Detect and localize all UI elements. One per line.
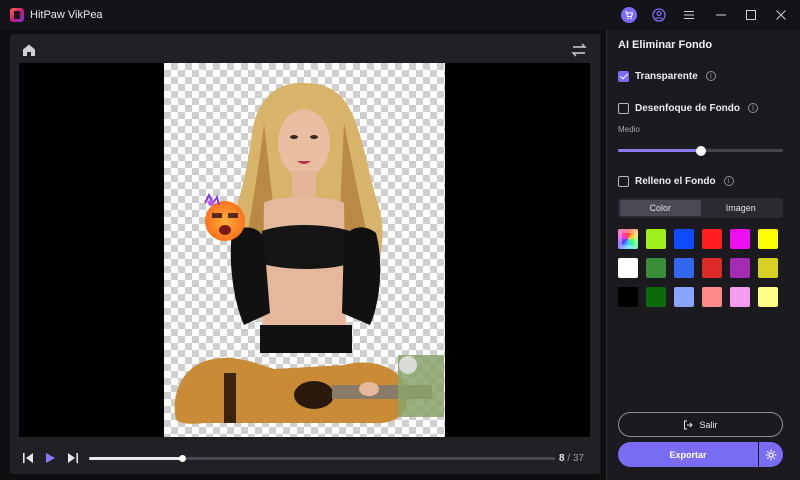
maximize-icon[interactable] xyxy=(743,7,759,23)
exit-button[interactable]: Salir xyxy=(618,412,783,437)
exit-label: Salir xyxy=(699,419,718,430)
preview-panel: 8 / 37 xyxy=(10,34,600,474)
color-swatch[interactable] xyxy=(702,258,722,278)
blur-checkbox[interactable] xyxy=(618,102,629,114)
blur-label: Desenfoque de Fondo xyxy=(635,102,740,114)
info-icon[interactable]: i xyxy=(723,176,734,186)
export-settings-button[interactable] xyxy=(759,442,783,467)
option-transparent[interactable]: Transparente i xyxy=(618,69,716,83)
previous-frame-icon[interactable] xyxy=(20,450,36,466)
color-swatch[interactable] xyxy=(702,229,722,249)
timeline-progress xyxy=(89,457,183,460)
color-swatch[interactable] xyxy=(674,287,694,307)
color-swatch[interactable] xyxy=(674,229,694,249)
blur-slider-handle[interactable] xyxy=(695,146,706,156)
color-swatch[interactable] xyxy=(618,258,638,278)
color-swatch[interactable] xyxy=(758,287,778,307)
cart-icon[interactable] xyxy=(621,7,637,23)
video-canvas[interactable] xyxy=(19,63,590,437)
color-swatch[interactable] xyxy=(646,258,666,278)
blur-slider[interactable] xyxy=(618,146,783,156)
fill-checkbox[interactable] xyxy=(618,175,629,187)
menu-icon[interactable] xyxy=(681,7,697,23)
play-icon[interactable] xyxy=(42,450,58,466)
app-title: HitPaw VikPea xyxy=(30,9,103,21)
emoji-sticker[interactable] xyxy=(199,192,247,243)
user-icon[interactable] xyxy=(651,7,667,23)
option-blur[interactable]: Desenfoque de Fondo i xyxy=(618,101,758,115)
exit-icon xyxy=(684,420,694,429)
timeline-slider[interactable] xyxy=(89,455,555,462)
color-picker-swatch[interactable] xyxy=(618,229,638,249)
frame-counter: 8 / 37 xyxy=(559,453,584,464)
color-swatch[interactable] xyxy=(730,258,750,278)
blur-level-label: Medio xyxy=(618,125,640,134)
app-logo-icon xyxy=(10,8,24,22)
color-swatch[interactable] xyxy=(618,287,638,307)
frame-separator: / xyxy=(567,453,571,464)
info-icon[interactable]: i xyxy=(705,71,716,81)
info-icon[interactable]: i xyxy=(748,103,758,113)
fill-label: Relleno el Fondo xyxy=(635,175,716,187)
current-frame: 8 xyxy=(558,453,565,464)
timeline-handle[interactable] xyxy=(179,455,187,462)
color-swatch[interactable] xyxy=(646,229,666,249)
option-fill[interactable]: Relleno el Fondo i xyxy=(618,174,734,188)
fill-type-tabs: Color Imagen xyxy=(618,198,783,218)
next-frame-icon[interactable] xyxy=(65,450,81,466)
transparent-background xyxy=(164,63,445,437)
color-swatch[interactable] xyxy=(646,287,666,307)
subject-image xyxy=(174,82,444,424)
color-swatch[interactable] xyxy=(730,229,750,249)
home-icon[interactable] xyxy=(21,42,37,58)
playback-bar: 8 / 37 xyxy=(10,442,600,474)
color-swatch[interactable] xyxy=(674,258,694,278)
transparent-label: Transparente xyxy=(635,70,698,82)
transparent-checkbox[interactable] xyxy=(618,70,629,82)
settings-panel: AI Eliminar Fondo Transparente i Desenfo… xyxy=(606,30,800,480)
tab-image[interactable]: Imagen xyxy=(701,200,782,216)
close-icon[interactable] xyxy=(773,7,789,23)
swap-icon[interactable] xyxy=(570,41,588,59)
export-button[interactable]: Exportar xyxy=(618,442,758,467)
export-label: Exportar xyxy=(669,449,707,460)
title-bar: HitPaw VikPea xyxy=(0,0,800,30)
color-swatch[interactable] xyxy=(702,287,722,307)
gear-icon xyxy=(765,449,777,460)
color-swatch[interactable] xyxy=(758,258,778,278)
color-swatch[interactable] xyxy=(758,229,778,249)
color-swatch[interactable] xyxy=(730,287,750,307)
color-swatch-grid xyxy=(618,229,786,307)
total-frames: 37 xyxy=(572,453,584,464)
tab-color[interactable]: Color xyxy=(620,200,701,216)
minimize-icon[interactable] xyxy=(713,7,729,23)
blur-slider-fill xyxy=(618,149,701,152)
panel-title: AI Eliminar Fondo xyxy=(618,39,713,51)
